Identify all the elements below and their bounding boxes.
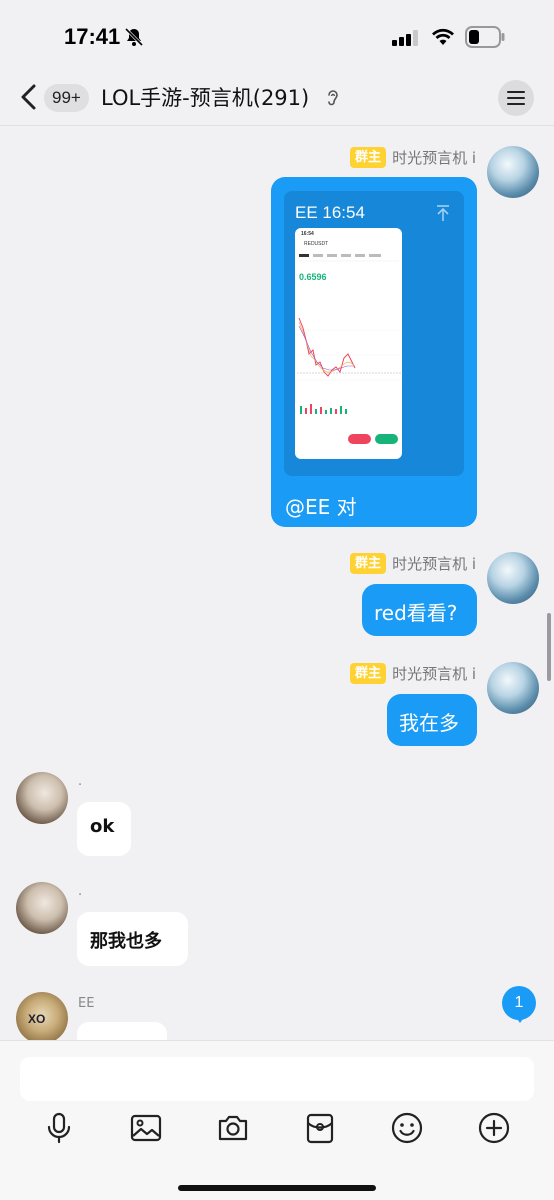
status-time: 17:41 <box>64 24 121 49</box>
avatar-text: XO <box>28 1012 46 1026</box>
new-message-indicator[interactable]: 1 <box>502 986 536 1023</box>
sender-name: 时光预言机 i <box>392 148 476 167</box>
chart-screenshot-image[interactable]: 16:54 REDUSDT 0.6596 <box>295 228 402 459</box>
avatar[interactable] <box>16 772 68 824</box>
screenshot-buy-button <box>375 434 398 444</box>
scrollbar-thumb[interactable] <box>547 613 551 681</box>
sender-name: . <box>78 884 83 899</box>
screenshot-sell-button <box>348 434 371 444</box>
screenshot-time: 16:54 <box>301 231 314 237</box>
message-text: ok <box>90 816 115 837</box>
forwarded-card[interactable]: EE 16:54 16:54 REDUSDT 0.6596 <box>284 191 464 476</box>
message-input[interactable] <box>20 1057 534 1101</box>
card-header: EE 16:54 <box>295 203 365 222</box>
screenshot-candle-chart <box>297 317 401 414</box>
message-bubble[interactable]: 我在多 <box>387 694 477 746</box>
screenshot-price: 0.6596 <box>299 272 327 282</box>
screenshot-tabs <box>299 254 399 262</box>
owner-badge: 群主 <box>350 552 387 574</box>
owner-badge: 群主 <box>350 146 387 168</box>
image-icon[interactable] <box>129 1111 163 1145</box>
sender-name: 时光预言机 i <box>392 664 476 683</box>
message-bubble[interactable]: 那我也多 <box>77 912 188 966</box>
sender-row: 群主 时光预言机 i <box>350 662 476 684</box>
sender-row: 群主 时光预言机 i <box>350 146 476 168</box>
avatar[interactable] <box>16 882 68 934</box>
avatar[interactable] <box>487 552 539 604</box>
pin-top-icon[interactable] <box>435 204 451 222</box>
signal-icon <box>392 30 418 46</box>
avatar[interactable]: XO <box>16 992 68 1044</box>
sender-row: 群主 时光预言机 i <box>350 552 476 574</box>
message-text: 我在多 <box>399 711 459 735</box>
message-text: red看看? <box>374 601 458 625</box>
unread-count-badge[interactable]: 99+ <box>44 84 89 112</box>
message-bubble[interactable]: red看看? <box>362 584 477 636</box>
status-bar: 17:41 <box>0 0 554 72</box>
mic-icon[interactable] <box>42 1111 76 1145</box>
wifi-icon <box>432 28 454 45</box>
forwarded-message-bubble[interactable]: EE 16:54 16:54 REDUSDT 0.6596 @EE 对 <box>271 177 477 527</box>
plus-icon[interactable] <box>477 1111 511 1145</box>
avatar[interactable] <box>487 662 539 714</box>
ear-icon <box>328 90 338 106</box>
red-packet-icon[interactable] <box>303 1111 337 1145</box>
chat-header: 99+ LOL手游-预言机(291) <box>0 72 554 126</box>
sender-name: EE <box>78 996 95 1011</box>
owner-badge: 群主 <box>350 662 387 684</box>
menu-button[interactable] <box>498 80 534 116</box>
avatar[interactable] <box>487 146 539 198</box>
bell-mute-icon <box>124 27 144 47</box>
home-indicator <box>178 1185 376 1191</box>
camera-icon[interactable] <box>216 1111 250 1145</box>
sender-name: . <box>78 774 83 789</box>
emoji-icon[interactable] <box>390 1111 424 1145</box>
back-arrow-icon[interactable] <box>16 82 42 112</box>
message-text: @EE 对 <box>285 495 357 519</box>
composer <box>0 1040 554 1200</box>
message-bubble[interactable]: ok <box>77 802 131 856</box>
screenshot-pair: REDUSDT <box>304 241 329 247</box>
battery-icon <box>465 26 505 48</box>
sender-name: 时光预言机 i <box>392 554 476 573</box>
chat-title[interactable]: LOL手游-预言机(291) <box>101 84 309 112</box>
message-text: 那我也多 <box>90 931 162 952</box>
